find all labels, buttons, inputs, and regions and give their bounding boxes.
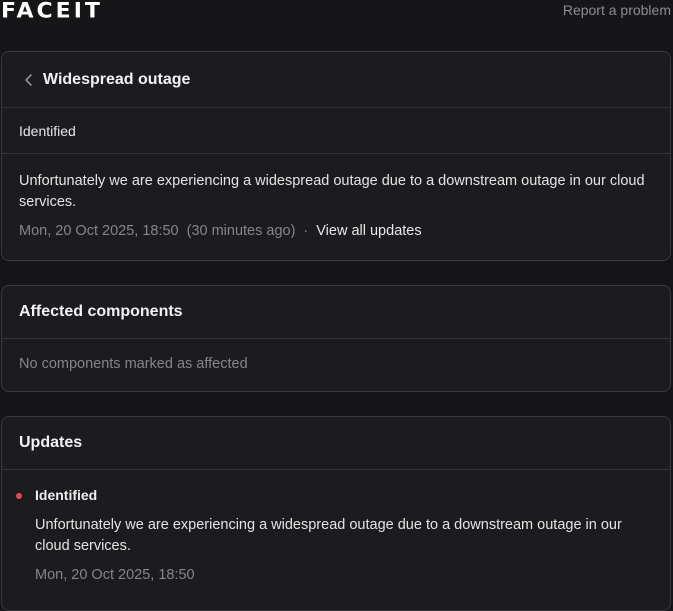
updates-card: Updates Identified Unfortunately we are … xyxy=(1,416,671,611)
incident-status: Identified xyxy=(2,108,670,154)
incident-card: Widespread outage Identified Unfortunate… xyxy=(1,51,671,261)
updates-title: Updates xyxy=(19,434,83,451)
incident-timestamp: Mon, 20 Oct 2025, 18:50 xyxy=(19,223,179,239)
incident-header: Widespread outage xyxy=(2,52,670,108)
update-text: Unfortunately we are experiencing a wide… xyxy=(35,517,622,554)
incident-description: Unfortunately we are experiencing a wide… xyxy=(19,173,645,210)
affected-header: Affected components xyxy=(2,286,670,339)
incident-meta: Mon, 20 Oct 2025, 18:50 (30 minutes ago)… xyxy=(2,213,670,239)
updates-header: Updates xyxy=(2,417,670,470)
incident-relative-time: (30 minutes ago) xyxy=(186,223,296,239)
affected-title: Affected components xyxy=(19,303,183,320)
chevron-left-icon xyxy=(25,73,32,86)
view-all-updates-link[interactable]: View all updates xyxy=(316,223,421,239)
status-dot-icon xyxy=(16,493,22,499)
incident-title: Widespread outage xyxy=(43,70,191,88)
update-status: Identified xyxy=(35,487,98,503)
faceit-logo[interactable]: FACEIT xyxy=(1,1,103,23)
update-item: Identified Unfortunately we are experien… xyxy=(2,470,670,583)
affected-empty-text: No components marked as affected xyxy=(19,356,248,372)
update-time: Mon, 20 Oct 2025, 18:50 xyxy=(35,567,195,583)
back-button[interactable]: Widespread outage xyxy=(19,52,190,108)
top-bar: FACEIT Report a problem xyxy=(0,0,673,26)
report-problem-link[interactable]: Report a problem xyxy=(563,2,671,18)
meta-separator: · xyxy=(303,223,309,239)
affected-components-card: Affected components No components marked… xyxy=(1,285,671,392)
